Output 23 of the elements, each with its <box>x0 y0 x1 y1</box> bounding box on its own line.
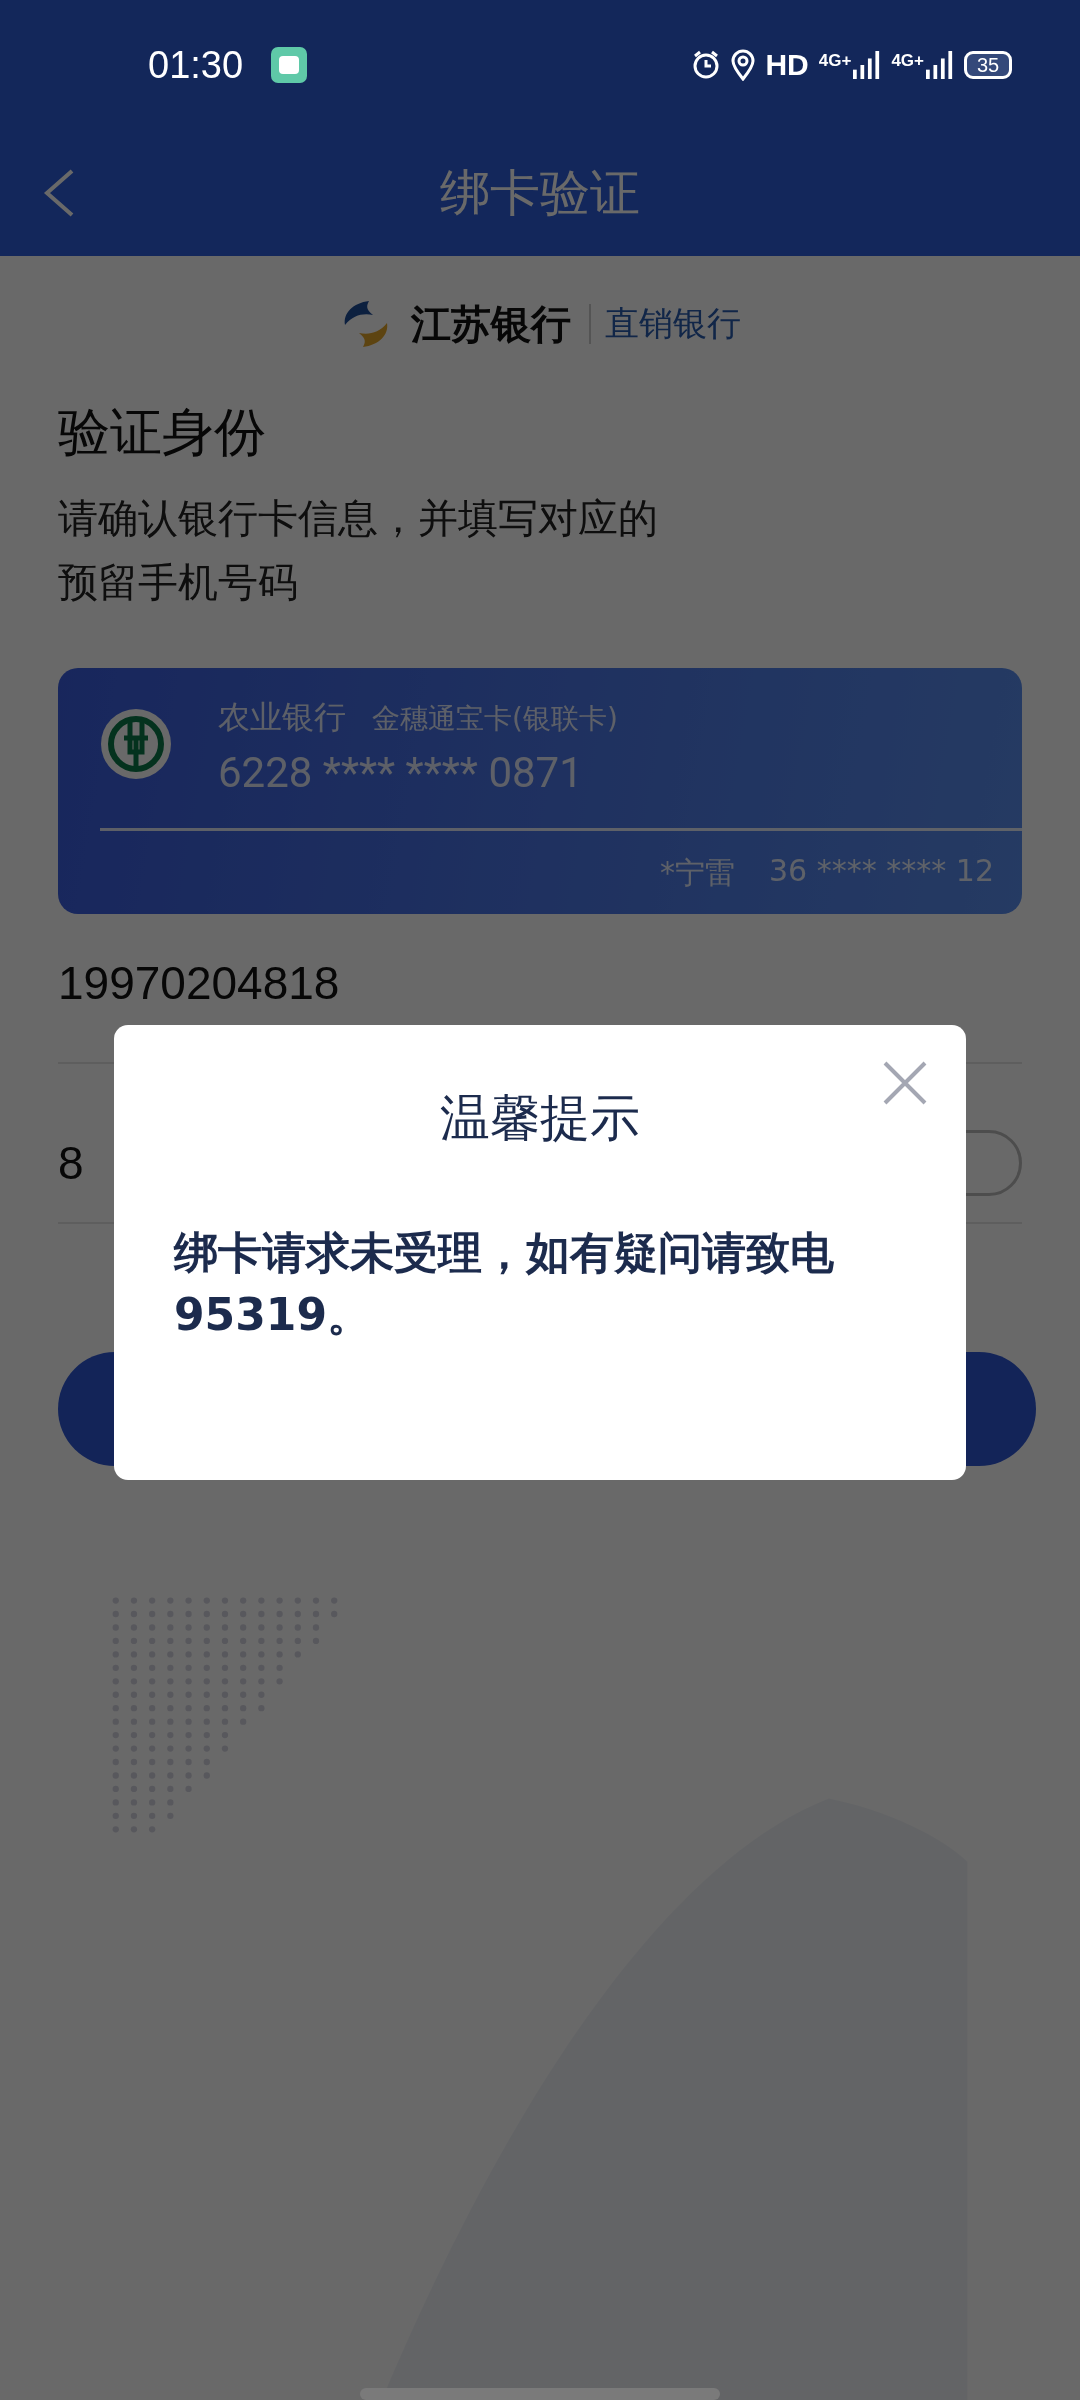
location-icon <box>731 49 756 81</box>
hd-label: HD <box>765 48 809 82</box>
section-heading: 验证身份 <box>58 401 267 464</box>
battery-icon: 35 <box>964 51 1012 79</box>
bank-name: 江苏银行 <box>410 299 572 349</box>
dialog-message: 绑卡请求未受理，如有疑问请致电95319。 <box>174 1226 835 1342</box>
back-icon[interactable] <box>42 168 76 218</box>
app-icon <box>271 47 308 83</box>
close-button[interactable] <box>882 1060 928 1106</box>
status-time: 01:30 <box>148 43 244 87</box>
signal-icon <box>926 51 954 79</box>
network-label: 4G+ <box>818 51 852 71</box>
card-number: 6228 **** **** 0871 <box>218 748 584 797</box>
page-title: 绑卡验证 <box>440 162 640 224</box>
input-field[interactable]: 19970204818 <box>58 956 340 1010</box>
signal-icon <box>853 51 882 79</box>
input-field[interactable]: 8 <box>58 1136 84 1190</box>
card-bank-name: 农业银行 <box>218 697 346 738</box>
bank-emblem-icon <box>100 708 172 780</box>
network-label: 4G+ <box>891 51 924 71</box>
instruction-text: 请确认银行卡信息，并填写对应的预留手机号码 <box>58 494 659 607</box>
channel-name: 直销银行 <box>605 302 741 345</box>
dialog-title: 温馨提示 <box>439 1088 641 1149</box>
